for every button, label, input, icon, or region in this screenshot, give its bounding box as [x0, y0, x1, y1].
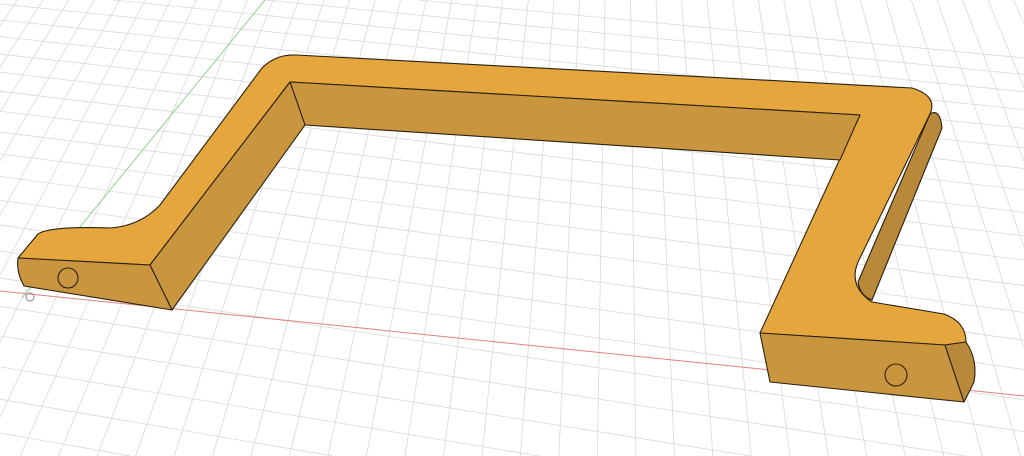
grid-line: [0, 0, 121, 216]
3d-viewport[interactable]: [0, 0, 1024, 456]
grid-line: [987, 0, 1024, 88]
grid-line: [0, 335, 751, 456]
mounting-hole-right: [884, 363, 908, 387]
grid-line: [0, 0, 44, 68]
grid-line: [936, 0, 1024, 248]
grid-line: [0, 398, 333, 456]
grid-line: [962, 0, 1024, 162]
handle-model[interactable]: [17, 54, 976, 403]
left-foot-front-face: [17, 257, 173, 311]
grid-line: [630, 0, 637, 456]
grid-line: [681, 0, 714, 456]
grid-line: [417, 0, 1024, 59]
grid-line: [596, 0, 606, 456]
grid-line: [732, 0, 791, 456]
grid-line: [0, 366, 540, 456]
grid-line: [1013, 0, 1024, 24]
grid-line: [0, 432, 131, 456]
mounting-hole-left: [57, 267, 79, 289]
grid-line: [911, 0, 1024, 348]
grid-line: [655, 0, 675, 456]
grid-line: [0, 0, 95, 162]
